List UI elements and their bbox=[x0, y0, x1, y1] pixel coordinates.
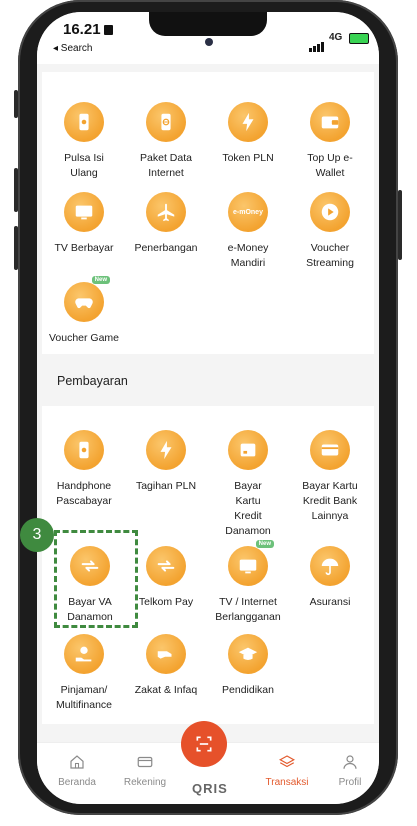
lock-icon bbox=[103, 25, 113, 36]
menu-item-voucher-game[interactable]: New Voucher Game bbox=[42, 276, 126, 346]
menu-item-paket-data[interactable]: Paket Data Internet bbox=[124, 102, 208, 181]
side-button bbox=[14, 226, 18, 270]
side-button bbox=[398, 190, 402, 260]
menu-item-kartu-kredit-danamon[interactable]: Bayar Kartu Kredit Danamon bbox=[206, 430, 290, 539]
back-to-search-link[interactable]: ◂ Search bbox=[53, 43, 92, 54]
menu-item-label: Token PLN bbox=[222, 152, 274, 164]
menu-item-label: Top Up e-Wallet bbox=[307, 152, 353, 179]
menu-item-label: TV / Internet Berlangganan bbox=[215, 596, 281, 623]
lightning-icon bbox=[146, 430, 186, 470]
menu-item-label: TV Berbayar bbox=[54, 242, 114, 254]
menu-item-label: Pulsa Isi Ulang bbox=[64, 152, 104, 179]
menu-item-label: Tagihan PLN bbox=[135, 480, 197, 492]
status-time: 16.21 bbox=[63, 21, 113, 38]
menu-item-tv-berbayar[interactable]: TV Berbayar bbox=[42, 192, 126, 256]
network-type: 4G bbox=[329, 32, 343, 43]
tv-icon bbox=[64, 192, 104, 232]
globe-phone-icon bbox=[146, 102, 186, 142]
menu-item-label: Bayar Kartu Kredit Bank Lainnya bbox=[302, 480, 358, 522]
menu-item-asuransi[interactable]: Asuransi bbox=[288, 546, 372, 610]
new-badge: New bbox=[91, 276, 110, 284]
airplane-icon bbox=[146, 192, 186, 232]
menu-item-pendidikan[interactable]: Pendidikan bbox=[206, 634, 290, 698]
graduation-cap-icon bbox=[228, 634, 268, 674]
tab-label: Profil bbox=[338, 777, 362, 788]
tab-transaksi[interactable]: Transaksi bbox=[257, 753, 317, 788]
menu-item-label: Paket Data Internet bbox=[140, 152, 192, 179]
menu-item-voucher-streaming[interactable]: Voucher Streaming bbox=[288, 192, 372, 271]
menu-item-tagihan-pln[interactable]: Tagihan PLN bbox=[124, 430, 208, 494]
menu-item-label: Pendidikan bbox=[222, 684, 274, 696]
emoney-logo-text: e-mOney bbox=[233, 208, 263, 216]
menu-item-kartu-kredit-bank-lainnya[interactable]: Bayar Kartu Kredit Bank Lainnya bbox=[288, 430, 372, 524]
new-badge: New bbox=[255, 540, 274, 548]
tab-profil[interactable]: Profil bbox=[320, 753, 379, 788]
menu-item-label: Asuransi bbox=[309, 596, 351, 608]
menu-item-label: Voucher Game bbox=[48, 332, 120, 344]
menu-item-label: Bayar Kartu Kredit Danamon bbox=[225, 480, 271, 537]
side-button bbox=[14, 168, 18, 212]
home-icon bbox=[70, 755, 84, 769]
signal-icon bbox=[309, 34, 325, 52]
battery-icon bbox=[349, 33, 369, 44]
menu-item-handphone-pascabayar[interactable]: Handphone Pascabayar bbox=[42, 430, 126, 509]
menu-item-label: Pinjaman/ Multifinance bbox=[55, 684, 113, 711]
camera-icon bbox=[205, 38, 213, 46]
wallet-icon bbox=[310, 102, 350, 142]
menu-item-pinjaman[interactable]: Pinjaman/ Multifinance bbox=[42, 634, 126, 713]
menu-item-label: Zakat & Infaq bbox=[134, 684, 198, 696]
card-icon bbox=[137, 756, 153, 768]
step-number-badge: 3 bbox=[20, 518, 54, 552]
highlight-box bbox=[54, 530, 138, 628]
transfer-icon bbox=[146, 546, 186, 586]
purchase-card: Pulsa Isi Ulang Paket Data Internet Toke… bbox=[42, 72, 374, 354]
tab-rekening[interactable]: Rekening bbox=[115, 753, 175, 788]
tab-label: Transaksi bbox=[265, 777, 309, 788]
qris-scan-button[interactable] bbox=[181, 721, 227, 767]
menu-item-tv-internet[interactable]: New TV / Internet Berlangganan bbox=[206, 540, 290, 625]
coin-hand-icon bbox=[64, 634, 104, 674]
menu-item-label: Penerbangan bbox=[134, 242, 198, 254]
bottom-tab-bar: Beranda Rekening QRIS Transaksi Profil bbox=[37, 721, 379, 804]
menu-item-emoney-mandiri[interactable]: e-mOney e-Money Mandiri bbox=[206, 192, 290, 271]
credit-card-icon bbox=[228, 430, 268, 470]
emoney-card-icon: e-mOney bbox=[228, 192, 268, 232]
credit-card-icon bbox=[310, 430, 350, 470]
section-title-pembayaran: Pembayaran bbox=[57, 374, 128, 388]
user-icon bbox=[343, 755, 357, 769]
umbrella-icon bbox=[310, 546, 350, 586]
menu-item-token-pln[interactable]: Token PLN bbox=[206, 102, 290, 166]
gamepad-icon: New bbox=[64, 276, 110, 322]
tv-icon: New bbox=[228, 540, 274, 586]
tab-label: Rekening bbox=[123, 777, 167, 788]
phone-icon bbox=[64, 430, 104, 470]
menu-item-label: e-Money Mandiri bbox=[227, 242, 269, 269]
menu-item-zakat-infaq[interactable]: Zakat & Infaq bbox=[124, 634, 208, 698]
menu-item-top-up-ewallet[interactable]: Top Up e-Wallet bbox=[288, 102, 372, 181]
menu-item-pulsa[interactable]: Pulsa Isi Ulang bbox=[42, 102, 126, 181]
tab-beranda[interactable]: Beranda bbox=[47, 753, 107, 788]
menu-item-label: Handphone Pascabayar bbox=[56, 480, 112, 507]
qr-scan-icon bbox=[196, 736, 212, 752]
lightning-icon bbox=[228, 102, 268, 142]
notch bbox=[149, 12, 267, 36]
qris-logo: QRIS bbox=[192, 781, 228, 796]
menu-item-label: Voucher Streaming bbox=[306, 242, 354, 269]
tab-label: Beranda bbox=[58, 777, 96, 788]
hand-heart-icon bbox=[146, 634, 186, 674]
app-screen: 16.21 ◂ Search 4G Pulsa Isi Ulang Paket … bbox=[37, 12, 379, 804]
menu-item-penerbangan[interactable]: Penerbangan bbox=[124, 192, 208, 256]
play-icon bbox=[310, 192, 350, 232]
layers-icon bbox=[279, 755, 295, 768]
phone-icon bbox=[64, 102, 104, 142]
side-button bbox=[14, 90, 18, 118]
